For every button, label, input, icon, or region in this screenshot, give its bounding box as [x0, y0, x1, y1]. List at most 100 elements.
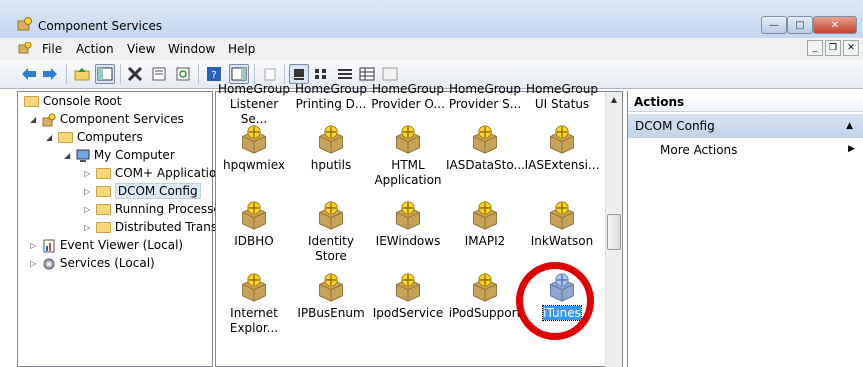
- small-icons-button[interactable]: [312, 64, 332, 84]
- collapsed-arrow-icon[interactable]: ▷: [84, 187, 90, 196]
- delete-x-icon: [127, 67, 143, 81]
- close-button[interactable]: ✕: [813, 16, 857, 34]
- show-action-pane-button[interactable]: [229, 64, 249, 84]
- tree-item-component-services[interactable]: ◢ Component Services: [30, 112, 184, 127]
- refresh-button[interactable]: [173, 64, 193, 84]
- collapsed-arrow-icon[interactable]: ▷: [84, 223, 90, 232]
- mdi-minimize-button[interactable]: _: [807, 40, 823, 56]
- tree-item-services[interactable]: ▷ Services (Local): [30, 256, 155, 271]
- dcom-item[interactable]: IPBusEnum: [292, 272, 370, 321]
- collapsed-arrow-icon[interactable]: ▷: [30, 241, 36, 250]
- item-label: hputils: [310, 158, 352, 172]
- component-package-icon: [241, 125, 267, 154]
- tree-item-com-plus-applications[interactable]: ▷ COM+ Applications: [84, 166, 230, 180]
- dcom-item[interactable]: hputils: [292, 124, 370, 173]
- minimize-button[interactable]: —: [761, 16, 787, 34]
- scroll-up-arrow-icon[interactable]: ▲: [606, 92, 622, 108]
- expanded-arrow-icon[interactable]: ◢: [46, 133, 52, 142]
- item-label-partial: HomeGroup: [218, 82, 290, 96]
- large-icons-button[interactable]: [289, 64, 309, 84]
- collapsed-arrow-icon[interactable]: ▷: [84, 169, 90, 178]
- title-bar: Component Services — □ ✕: [0, 0, 863, 38]
- dcom-item[interactable]: hpqwmiex: [215, 124, 293, 173]
- tree-item-computers[interactable]: ◢ Computers: [46, 130, 143, 144]
- item-label: UI Status: [534, 97, 590, 111]
- list-view-button[interactable]: [335, 64, 355, 84]
- folder-icon: [96, 186, 111, 197]
- dcom-item[interactable]: Identity Store: [292, 200, 370, 264]
- vertical-scrollbar[interactable]: ▲: [605, 92, 622, 367]
- dcom-item[interactable]: HomeGroup Provider O...: [369, 82, 447, 112]
- dcom-item[interactable]: HomeGroup Listener Se...: [215, 82, 293, 127]
- more-actions-item[interactable]: More Actions ▶: [660, 143, 855, 157]
- component-package-icon: [549, 125, 575, 154]
- item-label: HTML Application: [374, 158, 442, 187]
- dcom-item[interactable]: HTML Application: [369, 124, 447, 188]
- mdi-restore-button[interactable]: ❐: [825, 40, 841, 56]
- actions-section-dcom-config[interactable]: DCOM Config ▲: [628, 114, 863, 138]
- small-icons-icon: [315, 69, 326, 79]
- tree-item-running-processes[interactable]: ▷ Running Processes: [84, 202, 227, 216]
- tree-item-event-viewer[interactable]: ▷ Event Viewer (Local): [30, 238, 183, 253]
- item-label: IPBusEnum: [297, 306, 365, 320]
- item-label: IDBHO: [234, 234, 274, 248]
- collapsed-arrow-icon[interactable]: ▷: [30, 259, 36, 268]
- dcom-item[interactable]: IASExtensi...: [523, 124, 601, 173]
- menu-action[interactable]: Action: [76, 42, 114, 56]
- mdi-close-button[interactable]: ✕: [843, 40, 859, 56]
- list-icon: [338, 69, 352, 79]
- menu-file[interactable]: File: [42, 42, 62, 56]
- tree-label: Distributed Transac: [114, 220, 232, 234]
- item-label: Identity Store: [308, 234, 354, 263]
- window-title: Component Services: [38, 19, 163, 33]
- dcom-item[interactable]: IpodService: [369, 272, 447, 321]
- properties-button[interactable]: [149, 64, 169, 84]
- collapsed-arrow-icon[interactable]: ▷: [84, 205, 90, 214]
- menu-help[interactable]: Help: [228, 42, 255, 56]
- dcom-item[interactable]: iPodSupport: [446, 272, 524, 321]
- scroll-thumb[interactable]: [607, 214, 621, 250]
- expanded-arrow-icon[interactable]: ◢: [30, 115, 36, 124]
- item-label-partial: HomeGroup: [295, 82, 367, 96]
- delete-button[interactable]: [125, 64, 145, 84]
- help-button[interactable]: ?: [204, 64, 224, 84]
- tree-label: COM+ Applications: [114, 166, 231, 180]
- more-actions-label: More Actions: [660, 143, 738, 157]
- app-menu-icon[interactable]: [18, 42, 32, 54]
- services-gear-icon: [43, 258, 55, 269]
- item-label: IpodService: [372, 306, 444, 320]
- forward-button[interactable]: [40, 64, 60, 84]
- tree-item-console-root[interactable]: Console Root: [24, 94, 121, 108]
- up-folder-button[interactable]: [72, 64, 92, 84]
- menu-view[interactable]: View: [127, 42, 155, 56]
- dcom-item[interactable]: IMAPI2: [446, 200, 524, 249]
- dcom-item[interactable]: HomeGroup Provider S...: [446, 82, 524, 112]
- export-button[interactable]: [260, 64, 280, 84]
- tree-item-dcom-config[interactable]: ▷ DCOM Config: [84, 183, 201, 199]
- refresh-icon: [176, 67, 190, 81]
- tree-label: DCOM Config: [114, 183, 201, 199]
- grid-view-button[interactable]: [380, 64, 400, 84]
- maximize-button[interactable]: □: [787, 16, 813, 34]
- item-label: IASExtensi...: [524, 158, 600, 172]
- dcom-item[interactable]: HomeGroup Printing D...: [292, 82, 370, 112]
- tree-item-distributed-transaction[interactable]: ▷ Distributed Transac: [84, 220, 231, 234]
- component-package-icon: [472, 273, 498, 302]
- tree-item-my-computer[interactable]: ◢ My Computer: [64, 148, 175, 163]
- show-hide-tree-button[interactable]: [95, 64, 115, 84]
- component-package-icon: [241, 273, 267, 302]
- detail-view-button[interactable]: [357, 64, 377, 84]
- dcom-item[interactable]: Internet Explor...: [215, 272, 293, 336]
- dcom-item[interactable]: IDBHO: [215, 200, 293, 249]
- large-icons-icon: [294, 69, 304, 80]
- back-button[interactable]: [19, 64, 39, 84]
- menu-window[interactable]: Window: [168, 42, 215, 56]
- dcom-item[interactable]: IEWindows: [369, 200, 447, 249]
- folder-up-icon: [74, 68, 90, 81]
- dcom-item[interactable]: HomeGroup UI Status: [523, 82, 601, 112]
- collapse-arrow-icon[interactable]: ▲: [846, 114, 853, 138]
- dcom-item[interactable]: InkWatson: [523, 200, 601, 249]
- expanded-arrow-icon[interactable]: ◢: [64, 151, 70, 160]
- dcom-item[interactable]: IASDataSto...: [446, 124, 525, 173]
- tree-label: Services (Local): [59, 256, 155, 270]
